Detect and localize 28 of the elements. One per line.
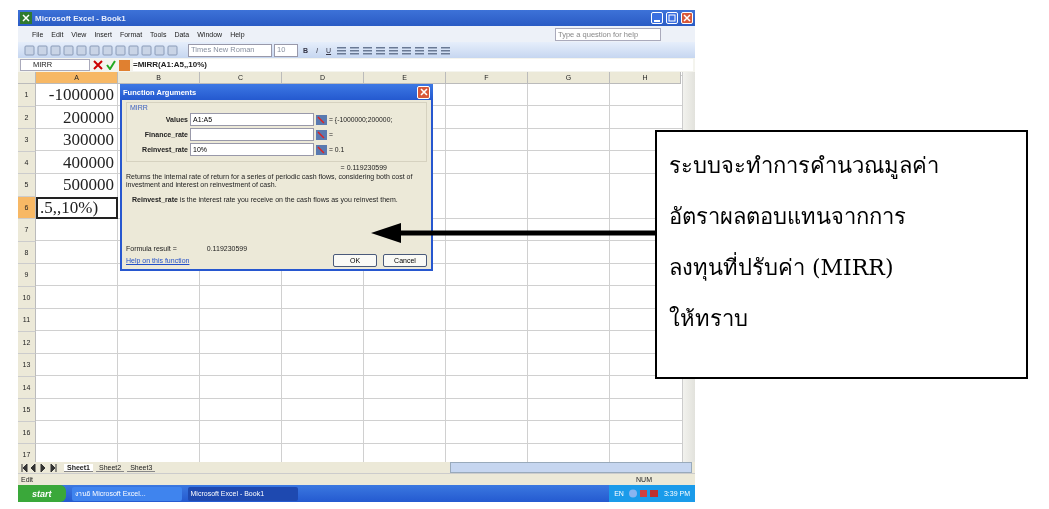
callout-text: ระบบจะทำการคำนวณมูลค่า — [669, 152, 940, 181]
collapse-dialog-icon[interactable] — [316, 129, 327, 140]
close-button[interactable] — [681, 12, 693, 24]
spreadsheet-icon — [20, 12, 32, 24]
table-cell-text: -1000000 — [47, 84, 115, 107]
table-cell-text: 200000 — [62, 106, 115, 129]
close-button[interactable] — [417, 85, 430, 99]
table-cell-text: 300000 — [62, 129, 115, 152]
check-icon[interactable] — [106, 60, 116, 70]
minimize-button[interactable] — [651, 12, 663, 24]
argument-field[interactable] — [190, 128, 314, 141]
callout-text: ลงทุนที่ปรับค่า (MIRR) — [669, 246, 1026, 290]
restore-button[interactable] — [666, 12, 678, 24]
table-cell-text: 500000 — [62, 174, 115, 197]
close-icon — [419, 88, 428, 96]
collapse-dialog-icon[interactable] — [316, 114, 327, 125]
close-icon — [683, 14, 691, 22]
window-title: Microsoft Excel - Book1 — [35, 13, 126, 23]
callout-text: อัตราผลตอบแทนจากการ — [669, 203, 907, 231]
formula-field[interactable]: =MIRR(A1:A5,,10%) — [133, 59, 693, 71]
horizontal-scrollbar[interactable] — [450, 462, 692, 473]
tray-icons — [628, 489, 659, 498]
restore-icon — [668, 14, 676, 22]
collapse-dialog-icon[interactable] — [316, 144, 327, 155]
callout-text: ให้ทราบ — [669, 305, 749, 333]
cancel-icon[interactable] — [93, 60, 103, 70]
table-cell: .5,,10%) — [36, 196, 118, 219]
table-cell-text: 400000 — [62, 151, 115, 174]
